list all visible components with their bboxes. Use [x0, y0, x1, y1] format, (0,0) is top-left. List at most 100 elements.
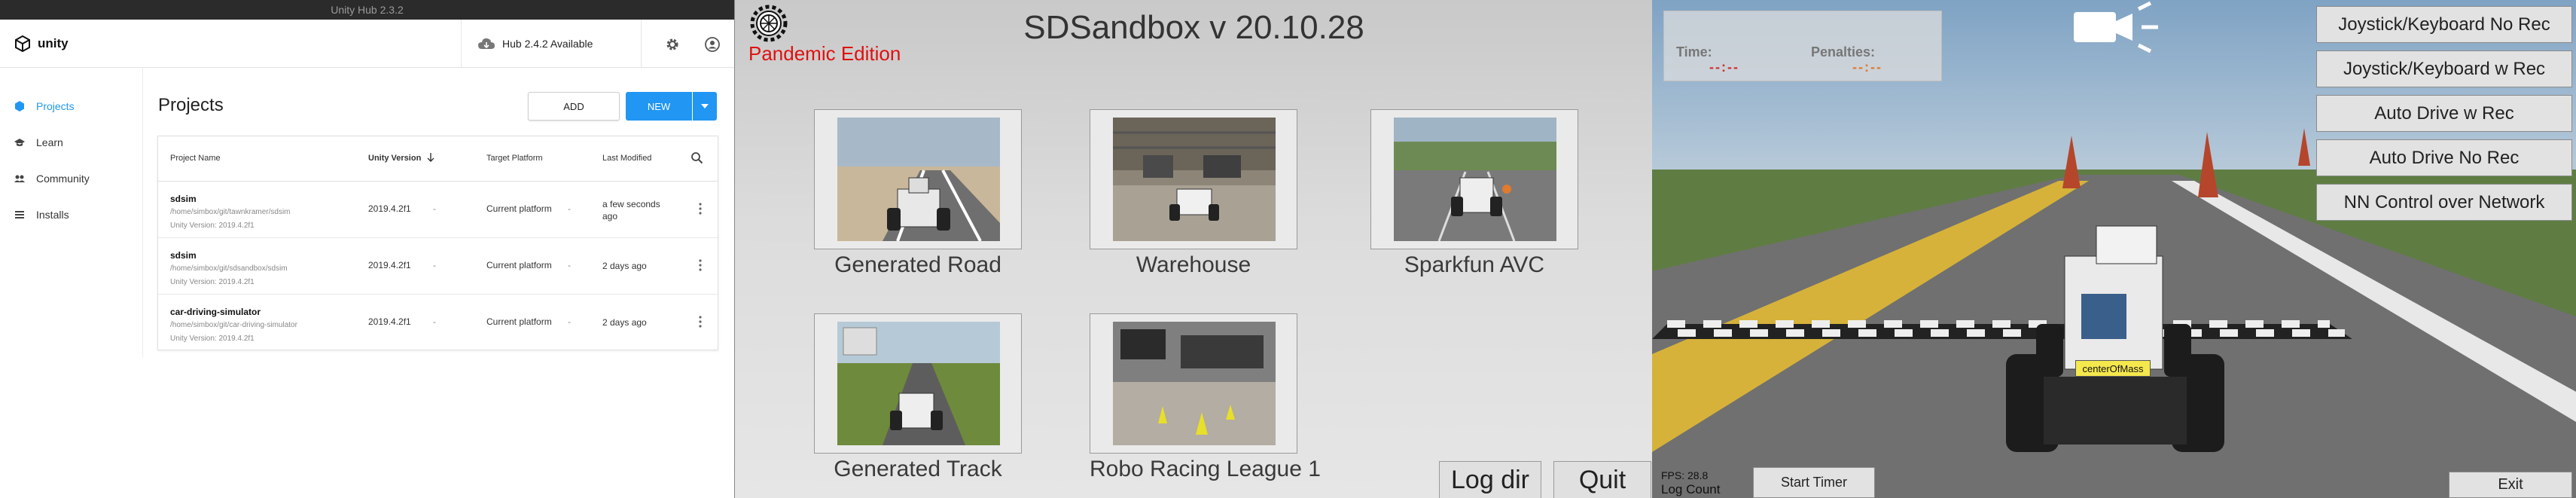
column-unity-version[interactable]: Unity Version [368, 154, 421, 163]
car-board [2081, 294, 2126, 339]
scene-thumbnail[interactable] [1090, 109, 1297, 249]
scene-warehouse[interactable]: Warehouse [1090, 109, 1297, 278]
quit-button[interactable]: Quit [1553, 461, 1651, 498]
unity-hub-window: Unity Hub 2.3.2 unity Hub 2.4.2 Availabl… [0, 0, 734, 498]
sdsandbox-menu-window: SDSandbox v 20.10.28 Pandemic Edition Ge… [734, 0, 1652, 498]
project-name: car-driving-simulator [170, 307, 261, 317]
column-project-name[interactable]: Project Name [170, 154, 221, 163]
version-dropdown-indicator[interactable]: - [433, 316, 436, 327]
page-title: Projects [158, 95, 224, 115]
table-header: Project Name Unity Version Target Platfo… [158, 136, 718, 182]
project-path: /home/simbox/git/car-driving-simulator [170, 321, 297, 329]
project-path: /home/simbox/git/tawnkramer/sdsim [170, 208, 291, 216]
timer-hud: Time: --:-- Penalties: --:-- [1663, 11, 1942, 81]
generated-road-preview [837, 118, 1000, 241]
unity-logo-icon [15, 35, 30, 53]
sidebar-item-label: Installs [36, 209, 69, 221]
scene-thumbnail[interactable] [814, 313, 1022, 454]
search-icon[interactable] [690, 151, 703, 164]
project-modified: a few seconds ago [602, 199, 660, 222]
project-version[interactable]: 2019.4.2f1 [368, 203, 411, 214]
scene-preview-image [1113, 322, 1276, 445]
update-available-button[interactable]: Hub 2.4.2 Available [461, 20, 642, 68]
new-project-button[interactable]: NEW [626, 92, 692, 121]
sidebar-item-learn[interactable]: Learn [0, 124, 142, 160]
new-project-dropdown[interactable] [693, 92, 717, 121]
car-wheel [2036, 324, 2063, 377]
more-options-button[interactable] [691, 256, 709, 274]
scene-preview-image [1394, 118, 1556, 241]
platform-dropdown-indicator[interactable]: - [568, 316, 571, 327]
version-dropdown-indicator[interactable]: - [433, 203, 436, 214]
project-platform[interactable]: Current platform [486, 203, 552, 214]
exit-button[interactable]: Exit [2449, 472, 2572, 498]
add-project-button[interactable]: ADD [528, 92, 620, 121]
platform-dropdown-indicator[interactable]: - [568, 260, 571, 270]
project-name: sdsim [170, 250, 197, 261]
penalties-value: --:-- [1852, 60, 1882, 75]
hub-empty-area [0, 358, 734, 498]
scene-generated-track[interactable]: Generated Track [814, 313, 1022, 482]
graduation-cap-icon [14, 139, 25, 146]
project-modified: 2 days ago [602, 261, 647, 271]
hub-topbar: unity Hub 2.4.2 Available [0, 20, 734, 68]
list-icon [15, 211, 24, 218]
cube-icon [15, 101, 24, 112]
desktop: Unity Hub 2.3.2 unity Hub 2.4.2 Availabl… [0, 0, 2576, 498]
scene-generated-road[interactable]: Generated Road [814, 109, 1022, 278]
hub-main: Projects ADD NEW Project Name Unity Vers… [143, 68, 734, 358]
sidebar-item-projects[interactable]: Projects [0, 88, 142, 124]
mode-button-auto-drive-rec[interactable]: Auto Drive w Rec [2316, 95, 2572, 132]
scene-preview-image [837, 322, 1000, 445]
mode-button-nn-control[interactable]: NN Control over Network [2316, 184, 2572, 221]
project-version-line: Unity Version: 2019.4.2f1 [170, 335, 255, 343]
scene-preview-image [1113, 118, 1276, 241]
project-modified: 2 days ago [602, 317, 647, 328]
account-button[interactable] [703, 35, 722, 54]
sidebar-item-community[interactable]: Community [0, 160, 142, 197]
cloud-download-icon [478, 38, 495, 49]
more-options-button[interactable] [691, 200, 709, 218]
fps-readout: FPS: 28.8 [1661, 469, 1709, 481]
project-version[interactable]: 2019.4.2f1 [368, 260, 411, 270]
center-of-mass-label: centerOfMass [2075, 360, 2151, 377]
scene-thumbnail[interactable] [1090, 313, 1297, 454]
scene-thumbnail[interactable] [814, 109, 1022, 249]
project-name: sdsim [170, 194, 197, 204]
project-platform[interactable]: Current platform [486, 316, 552, 327]
penalties-label: Penalties: [1811, 44, 1876, 60]
start-timer-button[interactable]: Start Timer [1753, 467, 1875, 498]
table-row[interactable]: sdsim /home/simbox/git/sdsandbox/sdsim U… [158, 238, 718, 295]
more-options-button[interactable] [691, 313, 709, 331]
scene-sparkfun-avc[interactable]: Sparkfun AVC [1370, 109, 1578, 278]
scene-label: Warehouse [1136, 252, 1251, 277]
scene-label: Generated Track [834, 457, 1002, 481]
scene-robo-racing-league[interactable]: Robo Racing League 1 [1090, 313, 1321, 482]
platform-dropdown-indicator[interactable]: - [568, 203, 571, 214]
log-dir-button[interactable]: Log dir [1439, 461, 1541, 498]
table-row[interactable]: sdsim /home/simbox/git/tawnkramer/sdsim … [158, 182, 718, 238]
mode-button-joystick-no-rec[interactable]: Joystick/Keyboard No Rec [2316, 6, 2572, 43]
car-chassis [2044, 377, 2187, 445]
unity-logo-text: unity [38, 36, 69, 50]
column-target-platform[interactable]: Target Platform [486, 154, 543, 163]
mode-button-auto-drive-no-rec[interactable]: Auto Drive No Rec [2316, 139, 2572, 176]
app-title: SDSandbox v 20.10.28 [1023, 9, 1364, 46]
sidebar-item-label: Projects [36, 100, 75, 112]
project-platform[interactable]: Current platform [486, 260, 552, 270]
project-version[interactable]: 2019.4.2f1 [368, 316, 411, 327]
sort-arrow-down-icon[interactable] [427, 153, 434, 162]
warehouse-preview [1113, 118, 1276, 241]
car-wheel [2164, 324, 2191, 377]
mode-button-joystick-rec[interactable]: Joystick/Keyboard w Rec [2316, 50, 2572, 87]
settings-button[interactable] [663, 35, 682, 54]
caret-down-icon [701, 104, 709, 108]
table-row[interactable]: car-driving-simulator /home/simbox/git/c… [158, 295, 718, 351]
sidebar-item-installs[interactable]: Installs [0, 197, 142, 233]
scene-thumbnail[interactable] [1370, 109, 1578, 249]
scene-label: Sparkfun AVC [1404, 252, 1545, 277]
version-dropdown-indicator[interactable]: - [433, 260, 436, 270]
hub-titlebar: Unity Hub 2.3.2 [0, 0, 734, 20]
column-last-modified[interactable]: Last Modified [602, 154, 651, 163]
simulator-view: Time: --:-- Penalties: --:-- Joystick/Ke… [1652, 0, 2576, 498]
